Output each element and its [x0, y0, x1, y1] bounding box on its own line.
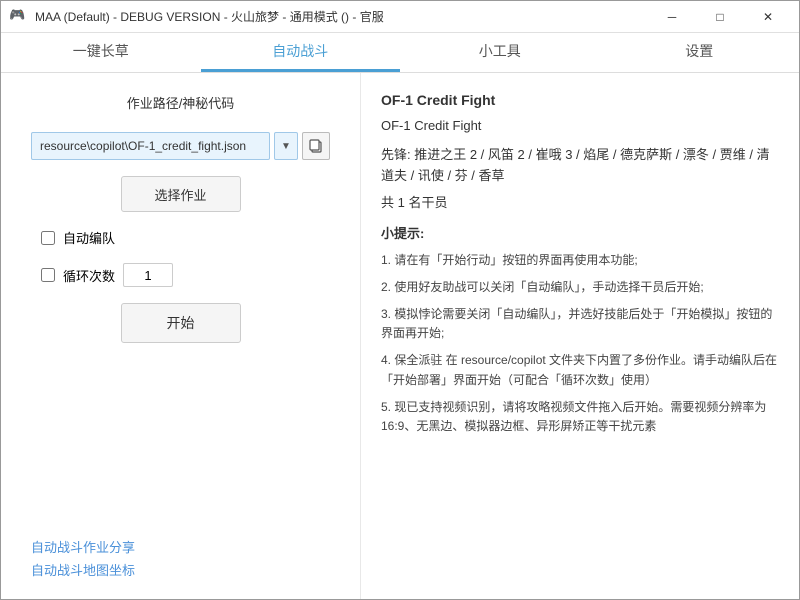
auto-team-checkbox[interactable] [41, 231, 55, 245]
loop-checkbox[interactable] [41, 268, 55, 282]
loop-row: 循环次数 [31, 263, 330, 287]
main-window: 🎮 MAA (Default) - DEBUG VERSION - 火山旅梦 -… [0, 0, 800, 600]
tip-item-3: 3. 模拟悖论需要关闭「自动编队」，并选好技能后处于「开始模拟」按钮的界面再开始… [381, 305, 779, 343]
info-count: 共 1 名干员 [381, 192, 779, 214]
copy-icon [308, 138, 324, 154]
window-controls: ─ □ ✕ [649, 1, 791, 33]
tab-yijian[interactable]: 一键长草 [1, 33, 201, 72]
copy-button[interactable] [302, 132, 330, 160]
auto-team-label: 自动编队 [63, 228, 115, 247]
minimize-button[interactable]: ─ [649, 1, 695, 33]
info-title2: OF-1 Credit Fight [381, 115, 779, 137]
select-task-button[interactable]: 选择作业 [121, 176, 241, 212]
start-button[interactable]: 开始 [121, 303, 241, 343]
tip-item-4: 4. 保全派驻 在 resource/copilot 文件夹下内置了多份作业。请… [381, 351, 779, 389]
field-label: 作业路径/神秘代码 [31, 93, 330, 112]
share-link[interactable]: 自动战斗作业分享 [31, 537, 330, 556]
left-panel: 作业路径/神秘代码 ▼ 选择作业 自动编队 循环次数 [1, 73, 361, 599]
close-button[interactable]: ✕ [745, 1, 791, 33]
titlebar: 🎮 MAA (Default) - DEBUG VERSION - 火山旅梦 -… [1, 1, 799, 33]
tip-item-5: 5. 现已支持视频识别，请将攻略视频文件拖入后开始。需要视频分辨率为 16:9、… [381, 398, 779, 436]
tab-settings[interactable]: 设置 [600, 33, 800, 72]
info-description: 先锋: 推进之王 2 / 风笛 2 / 崔哦 3 / 焰尾 / 德克萨斯 / 漂… [381, 145, 779, 187]
dropdown-button[interactable]: ▼ [274, 132, 298, 160]
loop-count-input[interactable] [123, 263, 173, 287]
app-icon: 🎮 [9, 7, 29, 27]
tips-title: 小提示: [381, 223, 779, 245]
tab-tools[interactable]: 小工具 [400, 33, 600, 72]
loop-label: 循环次数 [63, 266, 115, 285]
auto-team-row: 自动编队 [31, 228, 330, 247]
tab-autoduel[interactable]: 自动战斗 [201, 33, 401, 72]
tab-bar: 一键长草 自动战斗 小工具 设置 [1, 33, 799, 73]
right-panel: OF-1 Credit Fight OF-1 Credit Fight 先锋: … [361, 73, 799, 599]
links-section: 自动战斗作业分享 自动战斗地图坐标 [31, 537, 330, 579]
maximize-button[interactable]: □ [697, 1, 743, 33]
tip-item-1: 1. 请在有「开始行动」按钮的界面再使用本功能; [381, 251, 779, 270]
tip-item-2: 2. 使用好友助战可以关闭「自动编队」，手动选择干员后开始; [381, 278, 779, 297]
map-link[interactable]: 自动战斗地图坐标 [31, 560, 330, 579]
window-title: MAA (Default) - DEBUG VERSION - 火山旅梦 - 通… [35, 8, 649, 25]
file-input-row: ▼ [31, 132, 330, 160]
file-path-input[interactable] [31, 132, 270, 160]
info-title1: OF-1 Credit Fight [381, 89, 779, 113]
main-content: 作业路径/神秘代码 ▼ 选择作业 自动编队 循环次数 [1, 73, 799, 599]
